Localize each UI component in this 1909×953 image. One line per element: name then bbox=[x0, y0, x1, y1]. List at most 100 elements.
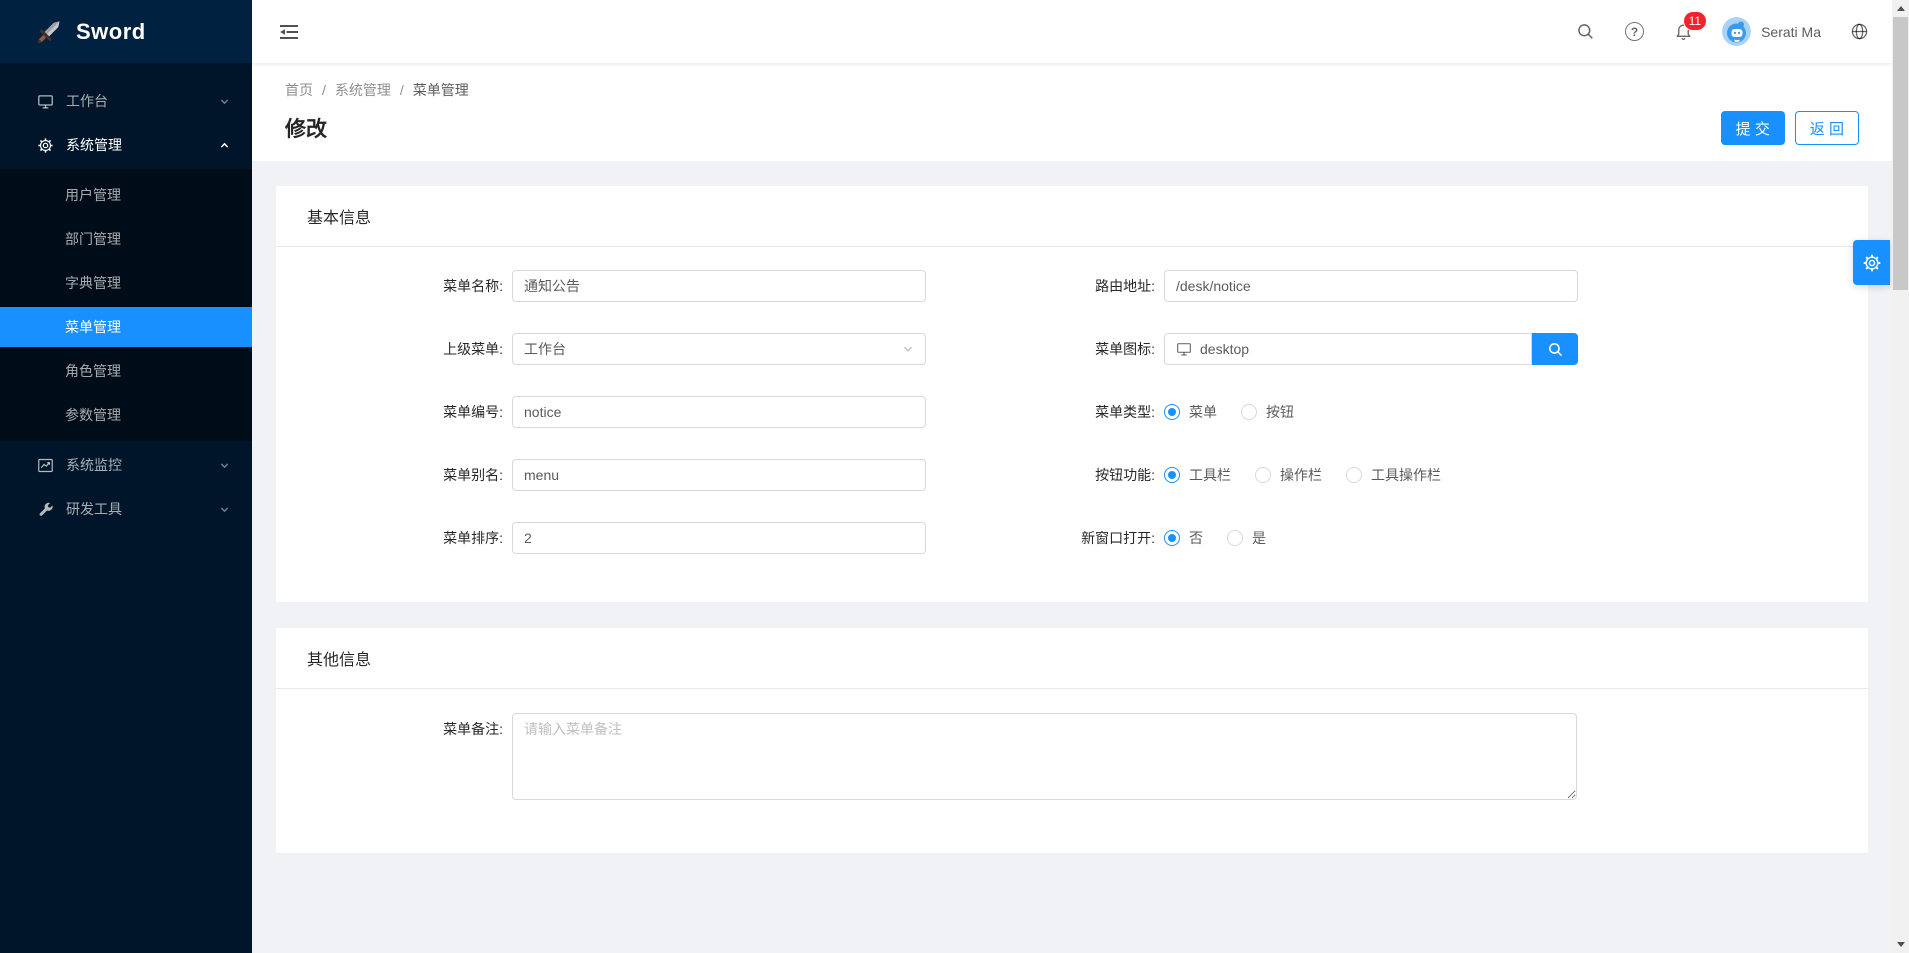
menu-icon-label: 菜单图标: bbox=[1072, 339, 1164, 359]
field-menu-code: 菜单编号: bbox=[276, 396, 1072, 428]
topbar-actions: ? 11 Serati Ma bbox=[1561, 0, 1892, 63]
menu-sort-input[interactable] bbox=[512, 522, 926, 554]
radio-label: 工具操作栏 bbox=[1371, 465, 1441, 485]
other-info-title: 其他信息 bbox=[276, 628, 1868, 689]
user-menu[interactable]: Serati Ma bbox=[1708, 17, 1835, 46]
radio-label: 工具栏 bbox=[1189, 465, 1231, 485]
breadcrumb-separator: / bbox=[400, 82, 404, 98]
menu-icon-input[interactable]: desktop bbox=[1164, 333, 1532, 365]
button-func-radio-group: 工具栏 操作栏 工具操作栏 bbox=[1164, 465, 1465, 485]
new-window-radio-group: 否 是 bbox=[1164, 528, 1290, 548]
search-icon bbox=[1547, 341, 1564, 358]
help-icon[interactable]: ? bbox=[1610, 0, 1659, 63]
globe-icon[interactable] bbox=[1835, 0, 1884, 63]
radio-menu-type-menu[interactable]: 菜单 bbox=[1164, 402, 1217, 422]
route-path-label: 路由地址: bbox=[1072, 276, 1164, 296]
sidebar-item-label: 部门管理 bbox=[65, 229, 121, 249]
route-path-input[interactable] bbox=[1164, 270, 1578, 302]
radio-new-window-yes[interactable]: 是 bbox=[1227, 528, 1266, 548]
sidebar-item-label: 研发工具 bbox=[66, 499, 122, 519]
field-menu-type: 菜单类型: 菜单 按钮 bbox=[1072, 396, 1868, 428]
radio-label: 否 bbox=[1189, 528, 1203, 548]
sidebar-item-workbench[interactable]: 工作台 bbox=[0, 81, 252, 121]
desktop-icon bbox=[37, 93, 54, 110]
field-new-window: 新窗口打开: 否 是 bbox=[1072, 522, 1868, 554]
page-title: 修改 bbox=[285, 113, 327, 143]
radio-tool-action-bar[interactable]: 工具操作栏 bbox=[1346, 465, 1441, 485]
chevron-up-icon bbox=[219, 140, 230, 151]
field-parent-menu: 上级菜单: 工作台 bbox=[276, 333, 1072, 365]
radio-new-window-no[interactable]: 否 bbox=[1164, 528, 1203, 548]
scroll-up-arrow[interactable] bbox=[1892, 0, 1909, 17]
breadcrumb-system-mgmt[interactable]: 系统管理 bbox=[335, 80, 391, 100]
radio-toolbar[interactable]: 工具栏 bbox=[1164, 465, 1231, 485]
chevron-down-icon bbox=[219, 504, 230, 515]
radio-unchecked-icon bbox=[1255, 467, 1271, 483]
sidebar-item-param-mgmt[interactable]: 参数管理 bbox=[0, 395, 252, 435]
chevron-down-icon bbox=[902, 343, 914, 355]
menu-fold-icon[interactable] bbox=[252, 0, 326, 63]
breadcrumb: 首页 / 系统管理 / 菜单管理 bbox=[285, 80, 1859, 100]
radio-unchecked-icon bbox=[1346, 467, 1362, 483]
submit-button[interactable]: 提 交 bbox=[1721, 111, 1785, 145]
sidebar-item-label: 用户管理 bbox=[65, 185, 121, 205]
sidebar-item-dev-tools[interactable]: 研发工具 bbox=[0, 489, 252, 529]
menu-name-input[interactable] bbox=[512, 270, 926, 302]
field-menu-icon: 菜单图标: desktop bbox=[1072, 333, 1868, 365]
basic-info-card: 基本信息 菜单名称: 上级菜单: 工作台 菜单编号: 菜单 bbox=[276, 186, 1868, 602]
sidebar-item-menu-mgmt[interactable]: 菜单管理 bbox=[0, 307, 252, 347]
radio-action-bar[interactable]: 操作栏 bbox=[1255, 465, 1322, 485]
menu-code-label: 菜单编号: bbox=[276, 402, 512, 422]
scroll-down-arrow[interactable] bbox=[1892, 936, 1909, 953]
sidebar-item-user-mgmt[interactable]: 用户管理 bbox=[0, 175, 252, 215]
radio-menu-type-button[interactable]: 按钮 bbox=[1241, 402, 1294, 422]
search-icon[interactable] bbox=[1561, 0, 1610, 63]
menu-icon-value: desktop bbox=[1200, 341, 1249, 357]
back-button[interactable]: 返 回 bbox=[1795, 111, 1859, 145]
system-mgmt-submenu: 用户管理 部门管理 字典管理 菜单管理 角色管理 参数管理 bbox=[0, 169, 252, 441]
menu-type-radio-group: 菜单 按钮 bbox=[1164, 402, 1318, 422]
radio-label: 菜单 bbox=[1189, 402, 1217, 422]
field-menu-name: 菜单名称: bbox=[276, 270, 1072, 302]
radio-unchecked-icon bbox=[1227, 530, 1243, 546]
sword-logo-icon bbox=[34, 17, 64, 47]
page-actions: 提 交 返 回 bbox=[1721, 111, 1859, 145]
sidebar-item-system-mgmt[interactable]: 系统管理 bbox=[0, 125, 252, 165]
breadcrumb-current: 菜单管理 bbox=[413, 80, 469, 100]
menu-remark-textarea[interactable] bbox=[512, 713, 1577, 800]
breadcrumb-home[interactable]: 首页 bbox=[285, 80, 313, 100]
scrollbar-thumb[interactable] bbox=[1893, 17, 1908, 290]
vertical-scrollbar[interactable] bbox=[1892, 0, 1909, 953]
sidebar-item-label: 工作台 bbox=[66, 91, 108, 111]
brand-logo[interactable]: Sword bbox=[0, 0, 252, 63]
line-chart-icon bbox=[37, 457, 54, 474]
menu-alias-label: 菜单别名: bbox=[276, 465, 512, 485]
radio-checked-icon bbox=[1164, 404, 1180, 420]
basic-info-form: 菜单名称: 上级菜单: 工作台 菜单编号: 菜单别名: bbox=[276, 247, 1868, 585]
sidebar-item-label: 参数管理 bbox=[65, 405, 121, 425]
menu-code-input[interactable] bbox=[512, 396, 926, 428]
new-window-label: 新窗口打开: bbox=[1072, 528, 1164, 548]
icon-search-button[interactable] bbox=[1532, 333, 1578, 365]
notifications-button[interactable]: 11 bbox=[1659, 0, 1708, 63]
menu-remark-label: 菜单备注: bbox=[276, 713, 512, 800]
breadcrumb-separator: / bbox=[322, 82, 326, 98]
page-header: 首页 / 系统管理 / 菜单管理 修改 提 交 返 回 bbox=[252, 63, 1892, 161]
sidebar-item-dict-mgmt[interactable]: 字典管理 bbox=[0, 263, 252, 303]
menu-type-label: 菜单类型: bbox=[1072, 402, 1164, 422]
sidebar-item-label: 系统监控 bbox=[66, 455, 122, 475]
parent-menu-select[interactable]: 工作台 bbox=[512, 333, 926, 365]
topbar: ? 11 Serati Ma bbox=[252, 0, 1892, 63]
field-menu-sort: 菜单排序: bbox=[276, 522, 1072, 554]
menu-name-label: 菜单名称: bbox=[276, 276, 512, 296]
sidebar-item-role-mgmt[interactable]: 角色管理 bbox=[0, 351, 252, 391]
radio-checked-icon bbox=[1164, 467, 1180, 483]
button-func-label: 按钮功能: bbox=[1072, 465, 1164, 485]
radio-label: 操作栏 bbox=[1280, 465, 1322, 485]
theme-settings-button[interactable] bbox=[1853, 240, 1890, 285]
sidebar-item-system-monitor[interactable]: 系统监控 bbox=[0, 445, 252, 485]
basic-info-title: 基本信息 bbox=[276, 186, 1868, 247]
sidebar-item-dept-mgmt[interactable]: 部门管理 bbox=[0, 219, 252, 259]
menu-alias-input[interactable] bbox=[512, 459, 926, 491]
sidebar-item-label: 菜单管理 bbox=[65, 317, 121, 337]
